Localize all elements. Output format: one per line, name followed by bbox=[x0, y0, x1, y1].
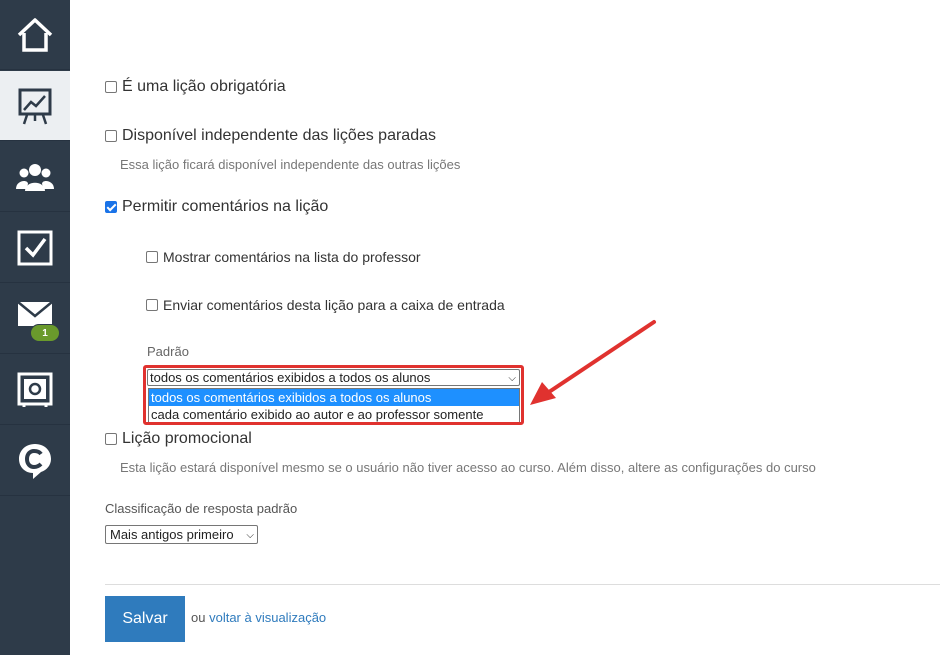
send-comments-checkbox[interactable] bbox=[146, 299, 158, 311]
show-comments-checkbox[interactable] bbox=[146, 251, 158, 263]
presentation-chart-icon bbox=[18, 88, 52, 124]
show-comments-option[interactable]: Mostrar comentários na lista do professo… bbox=[146, 249, 421, 265]
promo-checkbox[interactable] bbox=[105, 433, 117, 445]
highlight-rectangle bbox=[143, 365, 524, 425]
nav-tasks[interactable] bbox=[0, 213, 70, 283]
allow-comments-option[interactable]: Permitir comentários na lição bbox=[105, 198, 328, 216]
save-button[interactable]: Salvar bbox=[105, 596, 185, 642]
default-label: Padrão bbox=[147, 344, 189, 359]
message-badge: 1 bbox=[30, 324, 60, 342]
nav-users[interactable] bbox=[0, 142, 70, 212]
chat-c-icon bbox=[19, 443, 51, 479]
promo-label: Lição promocional bbox=[122, 430, 252, 447]
promo-hint: Esta lição estará disponível mesmo se o … bbox=[120, 460, 816, 475]
send-comments-label: Enviar comentários desta lição para a ca… bbox=[163, 297, 505, 313]
promo-option[interactable]: Lição promocional bbox=[105, 430, 252, 448]
or-text: ou bbox=[191, 610, 206, 625]
mandatory-option[interactable]: É uma lição obrigatória bbox=[105, 78, 286, 96]
send-comments-option[interactable]: Enviar comentários desta lição para a ca… bbox=[146, 297, 505, 313]
sort-select-value: Mais antigos primeiro bbox=[110, 527, 234, 542]
allow-comments-label: Permitir comentários na lição bbox=[122, 198, 329, 215]
allow-comments-checkbox[interactable] bbox=[105, 201, 117, 213]
nav-safe[interactable] bbox=[0, 355, 70, 425]
nav-lessons[interactable] bbox=[0, 71, 70, 141]
sort-select[interactable]: Mais antigos primeiro ⌵ bbox=[105, 525, 258, 544]
back-to-view-link[interactable]: voltar à visualização bbox=[209, 610, 326, 625]
independent-hint: Essa lição ficará disponível independent… bbox=[120, 157, 461, 172]
mail-icon bbox=[17, 300, 53, 326]
independent-option[interactable]: Disponível independente das lições parad… bbox=[105, 127, 436, 145]
annotation-arrow bbox=[530, 320, 656, 405]
checkbox-icon bbox=[17, 230, 53, 265]
users-icon bbox=[16, 163, 54, 191]
mandatory-checkbox[interactable] bbox=[105, 81, 117, 93]
home-icon bbox=[17, 17, 53, 52]
independent-checkbox[interactable] bbox=[105, 130, 117, 142]
sort-label: Classificação de resposta padrão bbox=[105, 501, 298, 516]
footer-links: ou voltar à visualização bbox=[191, 610, 326, 625]
nav-chat[interactable] bbox=[0, 426, 70, 496]
sidebar: 1 bbox=[0, 0, 70, 655]
independent-label: Disponível independente das lições parad… bbox=[122, 127, 436, 144]
chevron-down-icon: ⌵ bbox=[246, 530, 254, 541]
nav-home[interactable] bbox=[0, 0, 70, 70]
mandatory-label: É uma lição obrigatória bbox=[122, 78, 286, 95]
safe-icon bbox=[17, 372, 53, 407]
nav-messages[interactable]: 1 bbox=[0, 284, 70, 354]
show-comments-label: Mostrar comentários na lista do professo… bbox=[163, 249, 421, 265]
divider bbox=[105, 584, 940, 585]
